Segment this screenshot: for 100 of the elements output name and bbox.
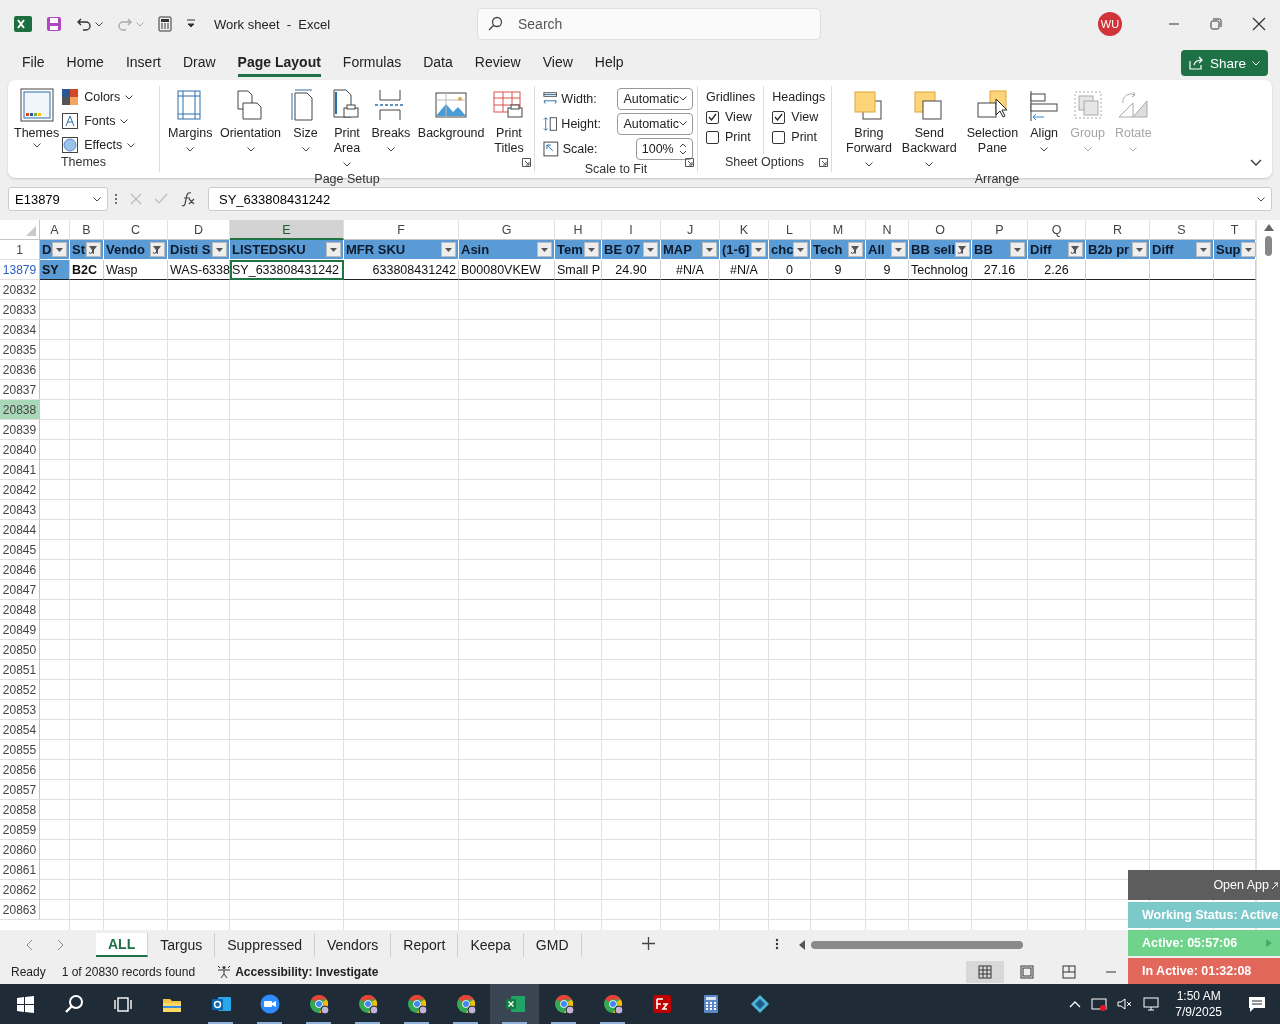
row-header[interactable]: 20859: [0, 820, 40, 840]
filter-button[interactable]: [1240, 242, 1256, 257]
row-header[interactable]: 20834: [0, 320, 40, 340]
row-header[interactable]: 20849: [0, 620, 40, 640]
checkbox[interactable]: View: [706, 110, 756, 124]
menu-tab[interactable]: Data: [423, 49, 453, 77]
arrange-button[interactable]: Align: [1026, 86, 1063, 171]
menu-tab[interactable]: Help: [594, 49, 624, 77]
arrange-button[interactable]: Bring Forward: [844, 86, 894, 171]
external-link-icon[interactable]: [1272, 880, 1278, 890]
row-header[interactable]: 20861: [0, 860, 40, 880]
table-cell[interactable]: WAS-6338: [168, 260, 230, 280]
scroll-left-icon[interactable]: [798, 940, 805, 950]
sheet-tab[interactable]: GMD: [523, 933, 582, 957]
filter-button[interactable]: [643, 242, 658, 257]
filter-button[interactable]: [584, 242, 599, 257]
view-button[interactable]: [966, 961, 1004, 983]
scrollbar-thumb[interactable]: [1265, 236, 1272, 256]
filter-button[interactable]: [848, 242, 863, 257]
display-icon[interactable]: [1143, 996, 1160, 1012]
dialog-launcher-icon[interactable]: [685, 158, 694, 167]
row-header[interactable]: 20845: [0, 540, 40, 560]
row-header[interactable]: 20843: [0, 500, 40, 520]
table-cell[interactable]: [1150, 260, 1214, 280]
row-header[interactable]: 20863: [0, 900, 40, 920]
sheet-tab[interactable]: Keepa: [458, 933, 524, 957]
more-options-icon[interactable]: [114, 193, 118, 205]
row-header[interactable]: 20833: [0, 300, 40, 320]
page-setup-button[interactable]: Margins: [166, 86, 215, 171]
row-header[interactable]: 20860: [0, 840, 40, 860]
menu-tab[interactable]: Formulas: [342, 49, 402, 77]
filter-button[interactable]: [1132, 242, 1147, 257]
accessibility-button[interactable]: Accessibility: Investigate: [217, 965, 379, 979]
table-cell[interactable]: #N/A: [720, 260, 769, 280]
table-cell[interactable]: 2.26: [1028, 260, 1086, 280]
filter-button[interactable]: [441, 242, 456, 257]
customize-menu-icon[interactable]: [186, 19, 196, 29]
user-avatar[interactable]: WU: [1098, 12, 1122, 36]
add-sheet-icon[interactable]: [641, 937, 655, 950]
page-setup-button[interactable]: Background: [415, 86, 487, 171]
filter-button[interactable]: [1196, 242, 1211, 257]
sheet-tab[interactable]: Suppressed: [215, 933, 315, 957]
theme-option-button[interactable]: Effects: [61, 136, 136, 154]
sheet-tab[interactable]: Vendors: [314, 933, 392, 957]
checkbox[interactable]: Print: [706, 130, 756, 144]
arrange-button[interactable]: Send Backward: [899, 86, 959, 171]
row-header[interactable]: 20853: [0, 700, 40, 720]
menu-tab[interactable]: Home: [66, 49, 104, 77]
row-header[interactable]: 20856: [0, 760, 40, 780]
filter-button[interactable]: [52, 242, 67, 257]
menu-tab[interactable]: Insert: [125, 49, 161, 77]
row-header[interactable]: 20858: [0, 800, 40, 820]
row-header[interactable]: 20844: [0, 520, 40, 540]
undo-icon[interactable]: [76, 16, 92, 32]
filter-button[interactable]: [891, 242, 906, 257]
arrange-button[interactable]: Selection Pane: [964, 86, 1021, 171]
row-header[interactable]: 20855: [0, 740, 40, 760]
row-header[interactable]: 20857: [0, 780, 40, 800]
row-header[interactable]: 20846: [0, 560, 40, 580]
column-header[interactable]: E: [230, 220, 344, 240]
row-header[interactable]: 20848: [0, 600, 40, 620]
spin-field[interactable]: 100%: [635, 137, 693, 160]
calculator-icon[interactable]: [158, 16, 172, 32]
formula-field[interactable]: SY_633808431242: [208, 187, 1272, 211]
row-header[interactable]: 20840: [0, 440, 40, 460]
row-header[interactable]: 20850: [0, 640, 40, 660]
menu-tab[interactable]: Draw: [182, 49, 216, 77]
more-options-icon[interactable]: [774, 938, 779, 950]
network-icon[interactable]: [1091, 996, 1108, 1012]
checkbox[interactable]: Print: [772, 130, 826, 144]
table-cell[interactable]: Wasp: [104, 260, 168, 280]
theme-option-button[interactable]: Fonts: [61, 112, 136, 130]
dropdown-field[interactable]: Automatic: [617, 87, 693, 110]
theme-option-button[interactable]: Colors: [61, 88, 136, 106]
menu-tab[interactable]: View: [542, 49, 573, 77]
filter-button[interactable]: [1010, 242, 1025, 257]
themes-button[interactable]: Themes: [12, 86, 62, 154]
row-header[interactable]: 20847: [0, 580, 40, 600]
dialog-launcher-icon[interactable]: [819, 158, 828, 167]
table-cell[interactable]: SY: [40, 260, 70, 280]
scroll-right-icon[interactable]: [57, 939, 64, 951]
row-header[interactable]: 13879: [0, 260, 40, 280]
filter-button[interactable]: [793, 242, 809, 257]
row-header[interactable]: 20838: [0, 400, 40, 420]
table-cell[interactable]: 633808431242: [344, 260, 459, 280]
table-cell[interactable]: B00080VKEW: [459, 260, 555, 280]
speaker-muted-icon[interactable]: [1117, 996, 1134, 1012]
scroll-left-icon[interactable]: [26, 939, 33, 951]
filter-button[interactable]: [150, 242, 165, 257]
sheet-tab[interactable]: ALL: [96, 933, 149, 957]
filter-button[interactable]: [212, 242, 227, 257]
table-cell[interactable]: [1086, 260, 1150, 280]
row-header[interactable]: 20852: [0, 680, 40, 700]
page-setup-button[interactable]: Print Titles: [489, 86, 528, 171]
table-cell[interactable]: Small P: [555, 260, 602, 280]
row-header[interactable]: 20862: [0, 880, 40, 900]
clock[interactable]: 1:50 AM 7/9/2025: [1175, 988, 1222, 1020]
chevron-up-icon[interactable]: [1069, 1000, 1082, 1008]
row-header[interactable]: 20839: [0, 420, 40, 440]
filter-button[interactable]: [1068, 242, 1083, 257]
